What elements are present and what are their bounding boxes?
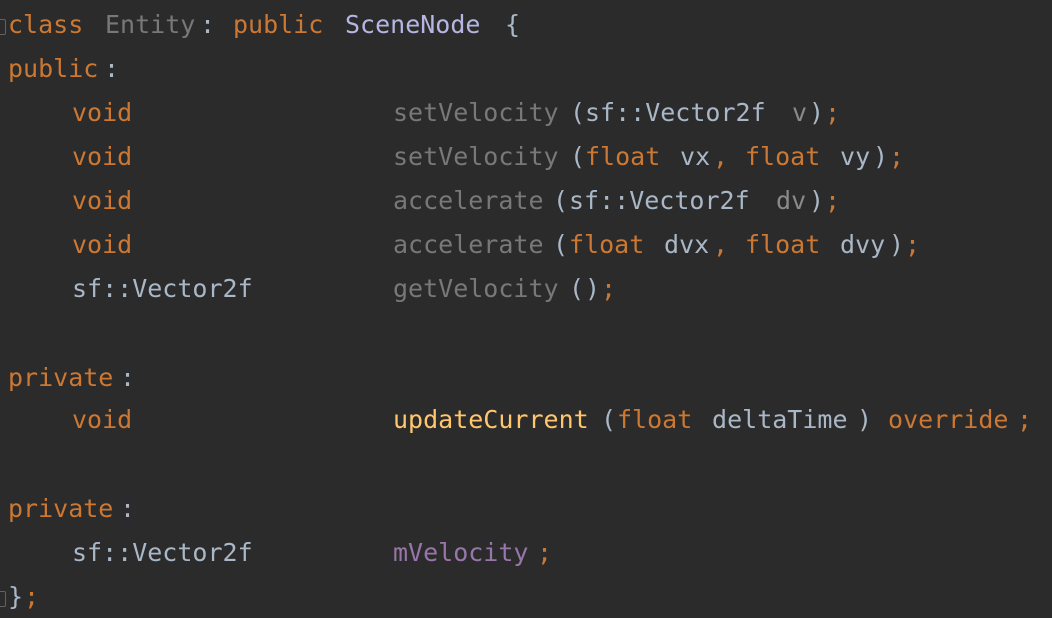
open-paren: ( bbox=[569, 274, 585, 303]
field-name: mVelocity bbox=[393, 538, 529, 567]
code-line-class-declaration: class Entity : public SceneNode { bbox=[0, 3, 520, 47]
close-paren: ) bbox=[889, 230, 905, 259]
close-paren: ) bbox=[873, 142, 889, 171]
field-type: sf::Vector2f bbox=[72, 538, 253, 567]
fold-marker-icon[interactable] bbox=[0, 591, 6, 607]
keyword-override: override bbox=[873, 405, 1009, 434]
code-line-field: sf::Vector2f mVelocity ; bbox=[0, 531, 552, 575]
code-editor[interactable]: class Entity : public SceneNode { public… bbox=[0, 0, 1052, 618]
access-colon: : bbox=[104, 54, 120, 83]
inheritance-colon: : bbox=[200, 10, 231, 39]
param-name: deltaTime bbox=[697, 405, 848, 434]
fold-marker-icon[interactable] bbox=[0, 19, 6, 35]
close-paren: ) bbox=[857, 405, 873, 434]
param-name: v bbox=[777, 98, 808, 127]
semicolon: ; bbox=[905, 230, 921, 259]
open-paren: ( bbox=[570, 98, 586, 127]
code-line-private-section: private : bbox=[0, 356, 135, 400]
code-line-member: void accelerate ( sf::Vector2f dv ) ; bbox=[0, 179, 840, 223]
return-type: void bbox=[72, 405, 133, 434]
open-paren: ( bbox=[553, 186, 569, 215]
param-type: float bbox=[617, 405, 693, 434]
code-line-member: void updateCurrent ( float deltaTime ) o… bbox=[0, 398, 1032, 442]
return-type: sf::Vector2f bbox=[72, 274, 253, 303]
semicolon: ; bbox=[24, 582, 40, 611]
param-type: float bbox=[585, 142, 661, 171]
keyword-class: class bbox=[8, 10, 84, 39]
param-comma: , bbox=[713, 230, 744, 259]
open-brace: { bbox=[490, 10, 521, 39]
method-name: getVelocity bbox=[393, 274, 559, 303]
return-type: void bbox=[72, 230, 133, 259]
param-name: vy bbox=[825, 142, 871, 171]
param-name: dvy bbox=[825, 230, 886, 259]
semicolon: ; bbox=[825, 186, 841, 215]
method-name: setVelocity bbox=[393, 142, 559, 171]
keyword-public-inheritance: public bbox=[233, 10, 324, 39]
param-name: dvx bbox=[649, 230, 710, 259]
semicolon: ; bbox=[1017, 405, 1033, 434]
access-specifier-public: public bbox=[8, 54, 99, 83]
param-type: float bbox=[745, 142, 821, 171]
semicolon: ; bbox=[889, 142, 905, 171]
open-paren: ( bbox=[601, 405, 617, 434]
param-type: sf::Vector2f bbox=[585, 98, 766, 127]
method-name: accelerate bbox=[393, 230, 544, 259]
code-line-member: void accelerate ( float dvx , float dvy … bbox=[0, 223, 920, 267]
close-brace: } bbox=[8, 582, 24, 611]
close-paren: ) bbox=[585, 274, 601, 303]
close-paren: ) bbox=[809, 186, 825, 215]
param-type: float bbox=[745, 230, 821, 259]
semicolon: ; bbox=[825, 98, 841, 127]
semicolon: ; bbox=[537, 538, 553, 567]
return-type: void bbox=[72, 142, 133, 171]
param-type: sf::Vector2f bbox=[569, 186, 750, 215]
code-line-public-section: public : bbox=[0, 47, 119, 91]
param-type: float bbox=[569, 230, 645, 259]
close-paren: ) bbox=[809, 98, 825, 127]
semicolon: ; bbox=[601, 274, 617, 303]
access-specifier-private: private bbox=[8, 494, 114, 523]
code-line-member: sf::Vector2f getVelocity ( ) ; bbox=[0, 267, 616, 311]
code-line-member: void setVelocity ( float vx , float vy )… bbox=[0, 135, 904, 179]
param-comma: , bbox=[713, 142, 744, 171]
open-paren: ( bbox=[570, 142, 586, 171]
method-name: updateCurrent bbox=[393, 405, 589, 434]
code-line-class-end: } ; bbox=[0, 575, 60, 618]
access-specifier-private: private bbox=[8, 363, 114, 392]
code-line-member: void setVelocity ( sf::Vector2f v ) ; bbox=[0, 91, 840, 135]
access-colon: : bbox=[120, 494, 136, 523]
method-name: accelerate bbox=[393, 186, 544, 215]
open-paren: ( bbox=[553, 230, 569, 259]
return-type: void bbox=[72, 186, 133, 215]
return-type: void bbox=[72, 98, 133, 127]
base-class-name: SceneNode bbox=[345, 10, 481, 39]
method-name: setVelocity bbox=[393, 98, 559, 127]
param-name: dv bbox=[761, 186, 807, 215]
code-line-private-section: private : bbox=[0, 487, 135, 531]
class-name: Entity bbox=[105, 10, 196, 39]
access-colon: : bbox=[120, 363, 136, 392]
param-name: vx bbox=[665, 142, 711, 171]
